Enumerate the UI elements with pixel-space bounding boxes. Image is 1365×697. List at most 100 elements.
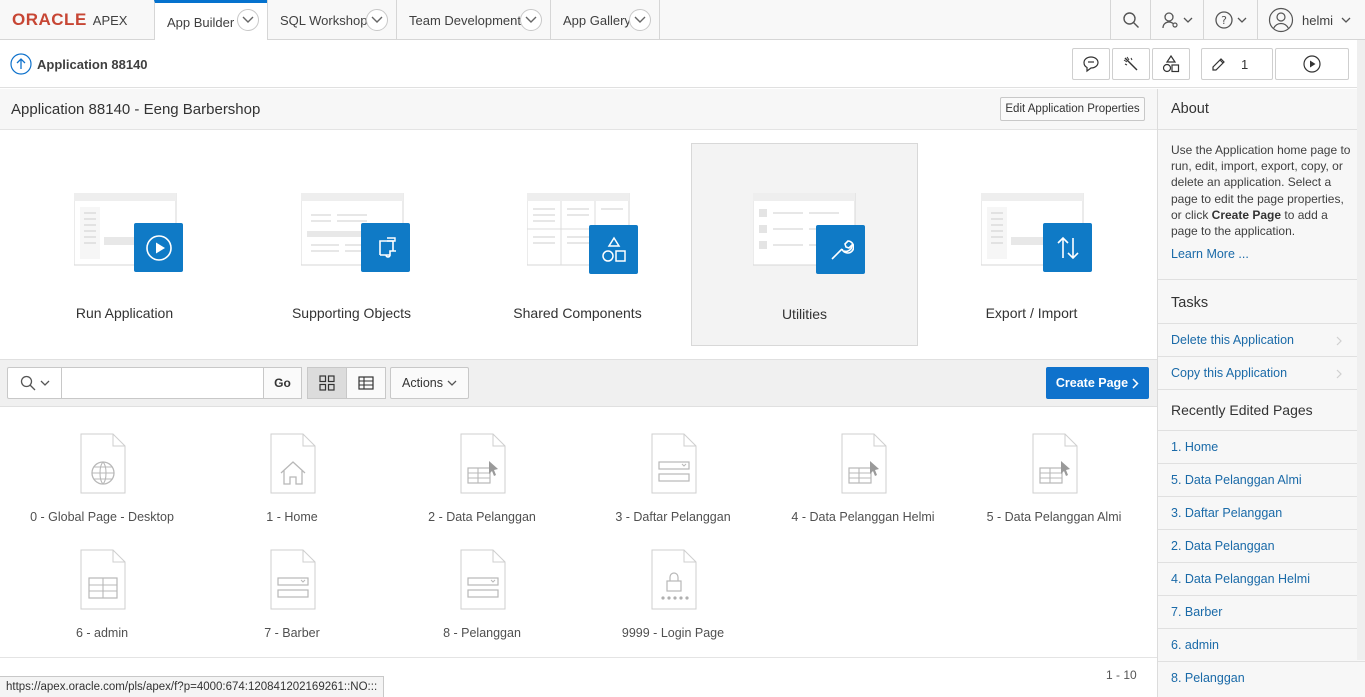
search-input[interactable] [64, 369, 260, 397]
chevron-down-icon[interactable] [520, 9, 542, 31]
oracle-apex-logo[interactable]: ORACLE APEX [12, 10, 128, 29]
tab-team-development[interactable]: Team Development [396, 0, 550, 40]
tile-shared-components[interactable]: Shared Components [464, 143, 691, 346]
page-item[interactable]: 4 - Data Pelanggan Helmi [768, 433, 958, 533]
search-icon [20, 375, 36, 391]
chevron-down-icon[interactable] [629, 9, 651, 31]
svg-text:?: ? [1221, 14, 1227, 27]
run-page-button[interactable] [1275, 48, 1349, 80]
page-item[interactable]: 9999 - Login Page [578, 549, 768, 649]
up-arrow-icon[interactable] [10, 53, 32, 75]
grid-icon [319, 375, 335, 391]
tab-app-gallery[interactable]: App Gallery [550, 0, 660, 40]
divider [1158, 356, 1365, 357]
page-label: 0 - Global Page - Desktop [30, 510, 174, 524]
globe-page-icon [80, 433, 126, 495]
tile-supporting-objects[interactable]: Supporting Objects [238, 143, 465, 346]
page-label: 4 - Data Pelanggan Helmi [791, 510, 935, 524]
home-page-icon [270, 433, 316, 495]
page-label: 3 - Daftar Pelanggan [615, 510, 731, 524]
right-sidebar: About Use the Application home page to r… [1157, 89, 1365, 697]
shared-components-button[interactable] [1152, 48, 1190, 80]
play-icon [134, 223, 183, 272]
tile-utilities[interactable]: Utilities [691, 143, 918, 346]
page-item[interactable]: 3 - Daftar Pelanggan [578, 433, 768, 533]
user-menu-button[interactable]: helmi [1257, 0, 1365, 40]
delete-application-link[interactable]: Delete this Application [1171, 333, 1294, 347]
recent-page-link[interactable]: 5. Data Pelanggan Almi [1171, 473, 1302, 487]
comment-icon [1082, 55, 1100, 73]
logo-apex-text: APEX [92, 12, 128, 28]
go-button[interactable]: Go [263, 367, 302, 399]
search-column-menu[interactable] [8, 368, 62, 398]
chevron-down-icon[interactable] [366, 9, 388, 31]
tile-label: Utilities [781, 306, 828, 322]
scroll-icon [361, 223, 410, 272]
recent-page-link[interactable]: 7. Barber [1171, 605, 1222, 619]
divider [1158, 323, 1365, 324]
divider [1158, 463, 1365, 464]
tab-app-builder[interactable]: App Builder [154, 0, 267, 41]
divider [1158, 529, 1365, 530]
actions-menu-button[interactable]: Actions [390, 367, 469, 399]
user-avatar-icon [1268, 7, 1294, 33]
recent-page-link[interactable]: 2. Data Pelanggan [1171, 539, 1275, 553]
tile-export-import[interactable]: Export / Import [918, 143, 1145, 346]
page-label: 5 - Data Pelanggan Almi [986, 510, 1122, 524]
tile-run-application[interactable]: Run Application [11, 143, 238, 346]
tab-label: SQL Workshop [280, 12, 368, 28]
tasks-heading: Tasks [1171, 295, 1209, 311]
page-item[interactable]: 8 - Pelanggan [387, 549, 577, 649]
chevron-down-icon[interactable] [237, 9, 259, 31]
divider [1158, 595, 1365, 596]
recent-pages-heading: Recently Edited Pages [1171, 402, 1313, 418]
shapes-icon [589, 225, 638, 274]
arrows-up-down-icon [1043, 223, 1092, 272]
edit-application-properties-button[interactable]: Edit Application Properties [1000, 97, 1145, 121]
chevron-down-icon [447, 380, 457, 387]
page-item[interactable]: 1 - Home [197, 433, 387, 533]
recent-page-link[interactable]: 6. admin [1171, 638, 1219, 652]
debug-button[interactable] [1112, 48, 1150, 80]
divider [1158, 661, 1365, 662]
page-item[interactable]: 0 - Global Page - Desktop [7, 433, 197, 533]
feedback-button[interactable] [1072, 48, 1110, 80]
page-item[interactable]: 6 - admin [7, 549, 197, 649]
form-page-icon [841, 433, 887, 495]
administration-menu-button[interactable] [1150, 0, 1203, 40]
pagination-info: 1 - 10 [1106, 668, 1137, 682]
browser-status-url: https://apex.oracle.com/pls/apex/f?p=400… [0, 676, 385, 697]
recent-page-link[interactable]: 1. Home [1171, 440, 1218, 454]
divider [1158, 496, 1365, 497]
recent-page-link[interactable]: 4. Data Pelanggan Helmi [1171, 572, 1310, 586]
recent-page-link[interactable]: 8. Pelanggan [1171, 671, 1245, 685]
play-circle-icon [1303, 55, 1321, 73]
view-report-toggle[interactable] [346, 367, 386, 399]
page-title: Application 88140 - Eeng Barbershop [11, 101, 261, 118]
actions-label: Actions [402, 376, 443, 390]
help-icon: ? [1214, 10, 1248, 30]
view-icons-toggle[interactable] [307, 367, 347, 399]
chevron-down-icon [40, 380, 50, 387]
about-text-bold: Create Page [1211, 207, 1282, 222]
form-page-icon [460, 433, 506, 495]
page-label: 1 - Home [266, 510, 318, 524]
page-item[interactable]: 2 - Data Pelanggan [387, 433, 577, 533]
page-item[interactable]: 5 - Data Pelanggan Almi [959, 433, 1149, 533]
search-button[interactable] [1110, 0, 1150, 40]
help-menu-button[interactable]: ? [1203, 0, 1257, 40]
learn-more-link[interactable]: Learn More ... [1171, 247, 1249, 261]
lock-page-icon [651, 549, 697, 611]
tab-sql-workshop[interactable]: SQL Workshop [267, 0, 396, 40]
recent-page-link[interactable]: 3. Daftar Pelanggan [1171, 506, 1282, 520]
edit-page-button[interactable]: 1 [1201, 48, 1273, 80]
page-item[interactable]: 7 - Barber [197, 549, 387, 649]
shapes-icon [1162, 55, 1180, 73]
list-page-icon [270, 549, 316, 611]
create-page-button[interactable]: Create Page [1046, 367, 1149, 399]
application-breadcrumb[interactable]: Application 88140 [37, 57, 148, 72]
copy-application-link[interactable]: Copy this Application [1171, 366, 1287, 380]
tile-label: Supporting Objects [291, 305, 412, 321]
logo-oracle-text: ORACLE [12, 10, 87, 29]
scrollbar[interactable] [1357, 40, 1365, 660]
